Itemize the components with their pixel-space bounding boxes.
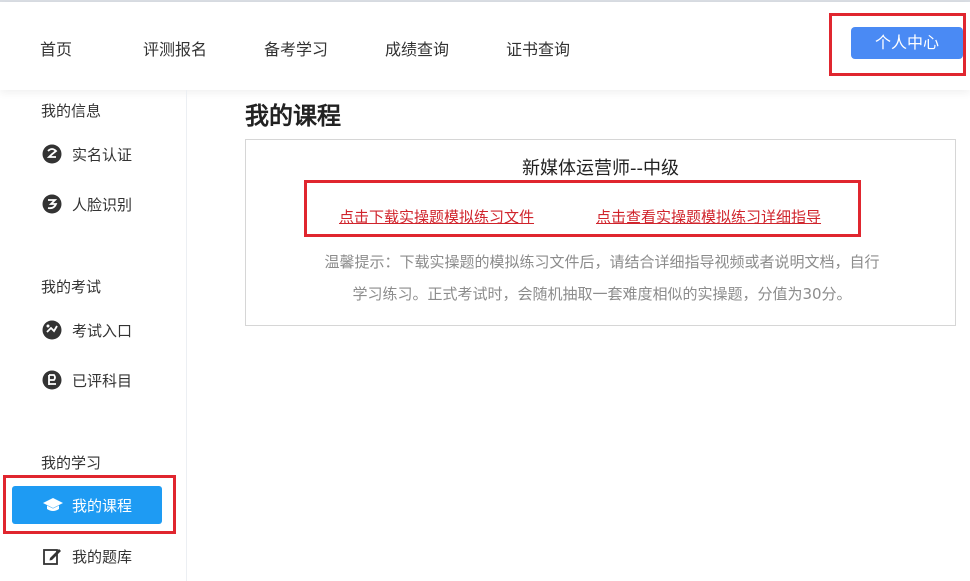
view-practice-guide-link[interactable]: 点击查看实操题模拟练习详细指导 [596, 206, 821, 227]
sidebar-item-label: 我的课程 [72, 496, 133, 515]
download-practice-file-link[interactable]: 点击下载实操题模拟练习文件 [339, 206, 534, 227]
edit-icon [41, 545, 63, 567]
sidebar-item-my-courses[interactable]: 我的课程 [12, 486, 162, 524]
nav-exam-prep[interactable]: 备考学习 [264, 36, 328, 60]
nav-exam-registration[interactable]: 评测报名 [143, 36, 207, 60]
group-title-info: 我的信息 [41, 102, 102, 120]
sidebar-item-label: 我的题库 [72, 547, 133, 566]
graded-icon [41, 369, 63, 391]
nav-score-query[interactable]: 成绩查询 [385, 36, 449, 60]
user-center-button[interactable]: 个人中心 [851, 27, 963, 59]
tip-line-2: 学习练习。正式考试时，会随机抽取一套难度相似的实操题，分值为30分。 [352, 285, 852, 303]
sidebar-item-face-recognition[interactable]: 人脸识别 [41, 190, 132, 218]
group-title-exam: 我的考试 [41, 278, 102, 296]
sidebar-item-label: 人脸识别 [72, 195, 133, 214]
verify-icon [41, 143, 63, 165]
nav-home[interactable]: 首页 [40, 36, 72, 60]
sidebar: 我的信息 实名认证 人脸识别 我的考试 考试入口 已评科目 我的学习 我的课程 [0, 90, 187, 581]
sidebar-item-exam-entry[interactable]: 考试入口 [41, 316, 132, 344]
tip-text: 温馨提示：下载实操题的模拟练习文件后，请结合详细指导视频或者说明文档，自行 学习… [282, 246, 922, 310]
top-nav: 首页 评测报名 备考学习 成绩查询 证书查询 个人中心 [0, 2, 970, 90]
course-name: 新媒体运营师--中级 [522, 158, 679, 179]
exam-entry-icon [41, 319, 63, 341]
page-title: 我的课程 [245, 102, 341, 130]
face-icon [41, 193, 63, 215]
nav-certificate-query[interactable]: 证书查询 [506, 36, 570, 60]
sidebar-item-graded-subjects[interactable]: 已评科目 [41, 366, 132, 394]
sidebar-item-real-name-verify[interactable]: 实名认证 [41, 140, 132, 168]
course-card: 新媒体运营师--中级 点击下载实操题模拟练习文件 点击查看实操题模拟练习详细指导… [245, 139, 956, 326]
sidebar-item-my-question-bank[interactable]: 我的题库 [41, 542, 132, 570]
tip-line-1: 温馨提示：下载实操题的模拟练习文件后，请结合详细指导视频或者说明文档，自行 [324, 253, 880, 271]
graduation-cap-icon [42, 494, 64, 516]
sidebar-item-label: 实名认证 [72, 145, 133, 164]
sidebar-item-label: 已评科目 [72, 371, 133, 390]
sidebar-item-label: 考试入口 [72, 321, 133, 340]
group-title-study: 我的学习 [41, 454, 102, 472]
